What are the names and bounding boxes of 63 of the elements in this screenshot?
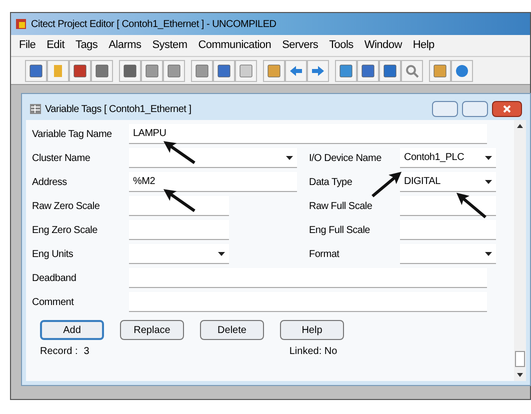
menu-item[interactable]: Window: [364, 37, 402, 54]
menu-item[interactable]: Communication: [198, 37, 272, 54]
caret-icon: [286, 156, 293, 160]
input-field[interactable]: [129, 220, 229, 240]
field-label: Eng Zero Scale: [32, 224, 98, 238]
window-title: Citect Project Editor [ Contoh1_Ethernet ] - UNCOMPILED: [31, 18, 276, 32]
input-field[interactable]: [129, 292, 487, 312]
scrollbar[interactable]: [514, 120, 526, 381]
input-field[interactable]: [129, 268, 487, 288]
field-label: Raw Full Scale: [309, 200, 374, 214]
field-label: Eng Units: [32, 248, 74, 262]
menu-item[interactable]: Tools: [329, 37, 354, 54]
child-window-title: Variable Tags [ Contoh1_Ethernet ]: [45, 102, 192, 116]
field-label: Raw Zero Scale: [32, 200, 101, 214]
input-field[interactable]: [400, 220, 496, 240]
field-label: Variable Tag Name: [32, 128, 113, 142]
field-label: Cluster Name: [32, 152, 92, 166]
menu-item[interactable]: Alarms: [108, 37, 142, 54]
dropdown-field[interactable]: [129, 244, 229, 264]
caret-icon: [218, 252, 225, 256]
input-field[interactable]: LAMPU: [129, 124, 487, 144]
magnifier-icon[interactable]: [401, 60, 423, 82]
field-label: Deadband: [32, 272, 78, 286]
arrow-right-icon[interactable]: [307, 60, 329, 82]
record-value: 3: [84, 345, 90, 359]
scroll-down-icon: [517, 373, 523, 377]
menu-item[interactable]: File: [19, 37, 36, 54]
scroll-thumb[interactable]: [515, 351, 525, 367]
app-icon: [15, 18, 27, 30]
dialog-button[interactable]: Add: [40, 320, 104, 340]
menu-item[interactable]: Help: [412, 37, 434, 54]
arrow-left-icon[interactable]: [285, 60, 307, 82]
close-button[interactable]: [492, 101, 522, 117]
dialog-button[interactable]: Delete: [200, 320, 264, 340]
dropdown-field[interactable]: Contoh1_PLC: [400, 148, 496, 168]
field-label: Comment: [32, 296, 75, 310]
caret-icon: [485, 156, 492, 160]
dropdown-field[interactable]: [129, 148, 297, 168]
record-label: Record :: [40, 345, 78, 359]
minimize-button[interactable]: [432, 101, 458, 117]
field-label: Eng Full Scale: [309, 224, 371, 238]
close-icon: [503, 105, 511, 113]
restore-button[interactable]: [462, 101, 488, 117]
linked-status: Linked: No: [289, 345, 338, 359]
field-label: Format: [309, 248, 340, 262]
field-label: Data Type: [309, 176, 354, 190]
input-field[interactable]: %M2: [129, 172, 297, 192]
caret-icon: [485, 180, 492, 184]
menu-item[interactable]: Servers: [282, 37, 318, 54]
field-label: Address: [32, 176, 68, 190]
input-field[interactable]: [400, 196, 496, 216]
field-label: I/O Device Name: [309, 152, 382, 166]
scroll-up-icon: [517, 124, 523, 128]
help-icon[interactable]: [451, 60, 473, 82]
menu-item[interactable]: System: [152, 37, 188, 54]
menu-item[interactable]: Tags: [75, 37, 98, 54]
input-field[interactable]: [129, 196, 229, 216]
dropdown-field[interactable]: [400, 244, 496, 264]
caret-icon: [485, 252, 492, 256]
dialog-button[interactable]: Help: [280, 320, 344, 340]
dropdown-field[interactable]: DIGITAL: [400, 172, 496, 192]
menu-item[interactable]: Edit: [46, 37, 64, 54]
dialog-button[interactable]: Replace: [120, 320, 184, 340]
